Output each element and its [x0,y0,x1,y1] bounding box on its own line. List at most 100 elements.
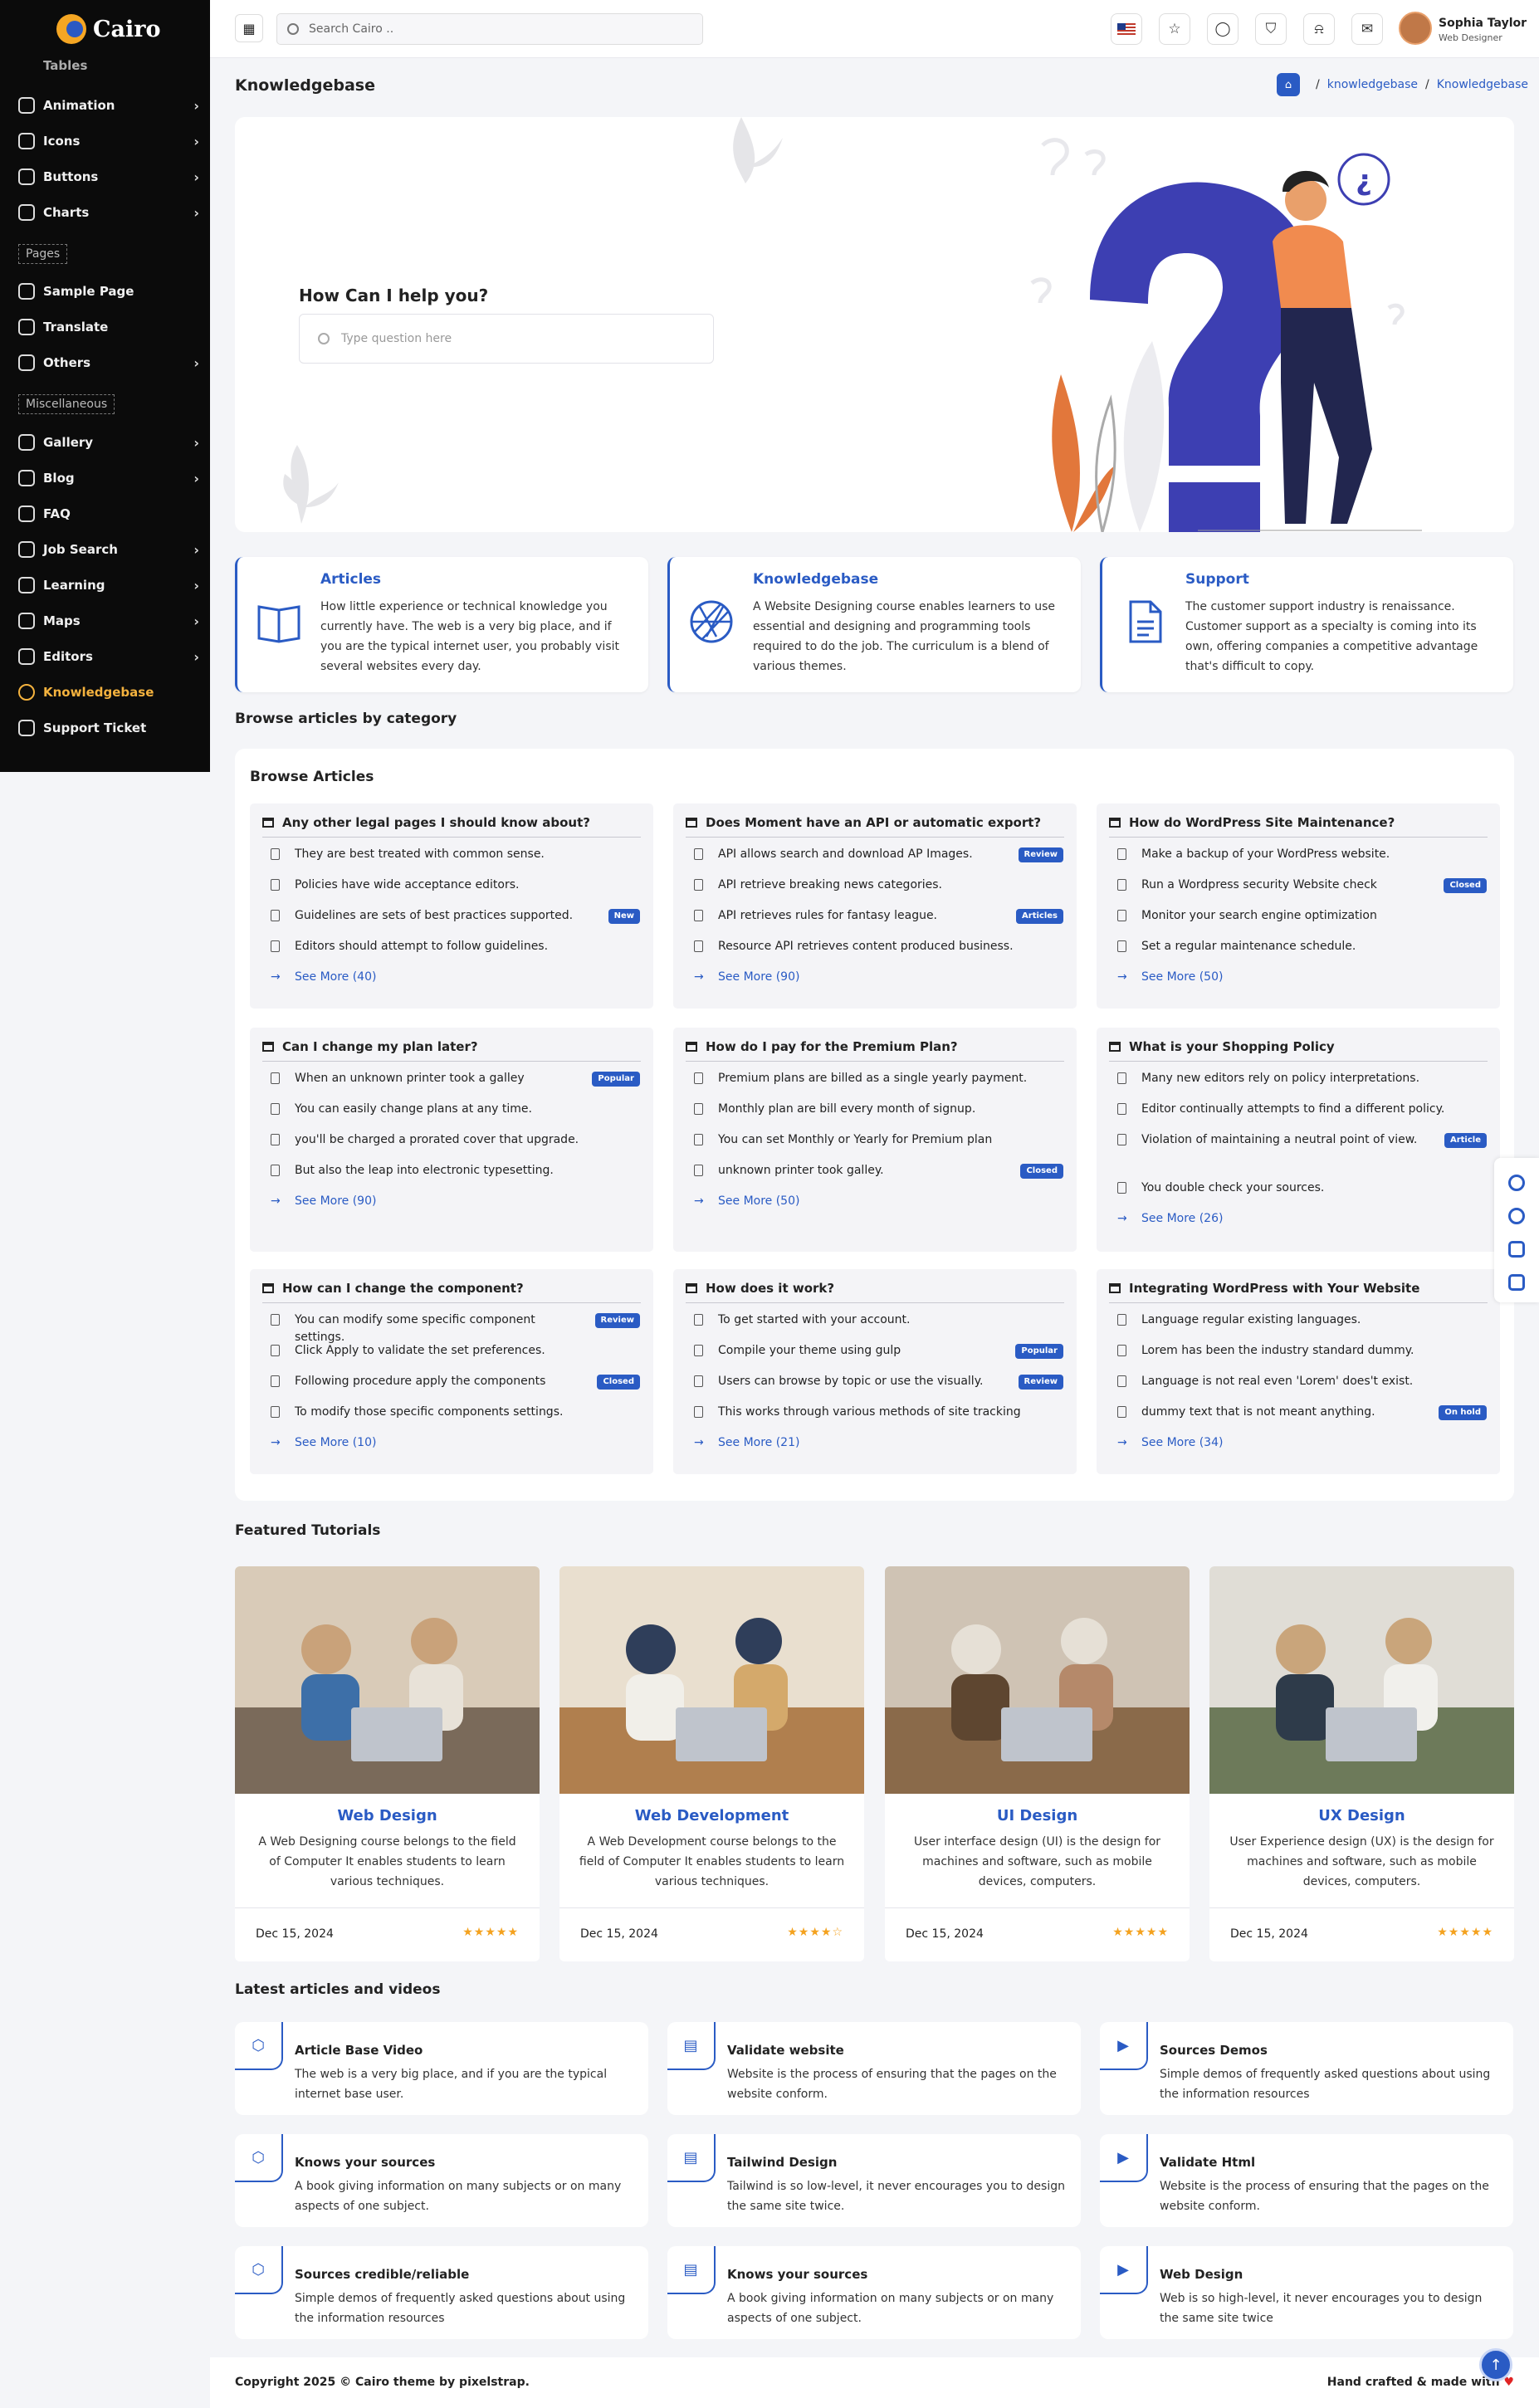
sidebar-item-sample-page[interactable]: Sample Page [18,279,199,304]
sidebar-item-editors[interactable]: Editors › [18,644,199,669]
category-title[interactable]: How do I pay for the Premium Plan? [686,1039,1064,1062]
article-link[interactable]: Language regular existing languages. [1117,1311,1487,1329]
latest-article-card[interactable]: ▶ Web Design Web is so high-level, it neve… [1100,2246,1513,2339]
sidebar-item-blog[interactable]: Blog › [18,466,199,491]
article-link[interactable]: When an unknown printer took a galley Pop… [271,1070,640,1087]
article-link[interactable]: You can modify some specific component s… [271,1311,640,1346]
sidebar-item-partial[interactable]: Tables [18,58,199,71]
bookmark-button[interactable]: ☆ [1159,13,1190,45]
latest-article-card[interactable]: ⬡ Article Base Video The web is a very big… [235,2022,648,2115]
latest-title[interactable]: Sources Demos [1160,2043,1268,2058]
article-link[interactable]: You can easily change plans at any time. [271,1101,640,1118]
sidebar-item-faq[interactable]: FAQ [18,501,199,526]
tutorial-card[interactable]: Web Design A Web Designing course belongs… [235,1566,540,1961]
article-link[interactable]: Violation of maintaining a neutral point… [1117,1131,1487,1149]
article-link[interactable]: Monthly plan are bill every month of sig… [694,1101,1063,1118]
sidebar-item-icons[interactable]: Icons › [18,129,199,154]
article-link[interactable]: Editor continually attempts to find a di… [1117,1101,1487,1118]
tutorial-title[interactable]: Web Design [235,1807,540,1824]
category-title[interactable]: How do WordPress Site Maintenance? [1109,815,1488,838]
latest-article-card[interactable]: ▶ Sources Demos Simple demos of frequently… [1100,2022,1513,2115]
sidebar-item-knowledgebase[interactable]: Knowledgebase [18,680,199,705]
article-link[interactable]: Run a Wordpress security Website check Cl… [1117,877,1487,894]
sidebar-item-animation[interactable]: Animation › [18,93,199,118]
article-link[interactable]: unknown printer took galley. Closed [694,1162,1063,1180]
article-link[interactable]: But also the leap into electronic typese… [271,1162,640,1180]
info-card-articles[interactable]: Articles How little experience or technic… [235,557,648,692]
article-link[interactable]: dummy text that is not meant anything. On… [1117,1404,1487,1421]
tutorial-card[interactable]: UI Design User interface design (UI) is t… [885,1566,1190,1961]
user-name[interactable]: Sophia Taylor [1439,17,1527,30]
article-link[interactable]: They are best treated with common sense. [271,846,640,863]
see-more-link[interactable]: → See More (90) [271,1193,640,1210]
article-link[interactable]: Users can browse by topic or use the vis… [694,1373,1063,1390]
latest-title[interactable]: Tailwind Design [727,2155,837,2170]
search-box[interactable]: Search Cairo .. [276,13,703,45]
sidebar-item-gallery[interactable]: Gallery › [18,430,199,455]
article-link[interactable]: This works through various methods of si… [694,1404,1063,1421]
article-link[interactable]: Lorem has been the industry standard dum… [1117,1342,1487,1360]
latest-title[interactable]: Validate Html [1160,2155,1255,2170]
article-link[interactable]: Premium plans are billed as a single yea… [694,1070,1063,1087]
tutorial-title[interactable]: UX Design [1209,1807,1514,1824]
theme-toggle-button[interactable]: ◯ [1207,13,1239,45]
article-link[interactable]: Editors should attempt to follow guideli… [271,938,640,955]
category-title[interactable]: What is your Shopping Policy [1109,1039,1488,1062]
article-link[interactable]: Make a backup of your WordPress website. [1117,846,1487,863]
tutorial-card[interactable]: UX Design User Experience design (UX) is … [1209,1566,1514,1961]
brand-logo[interactable]: Cairo [0,0,210,58]
latest-title[interactable]: Knows your sources [727,2267,867,2282]
article-link[interactable]: Compile your theme using gulp Popular [694,1342,1063,1360]
category-title[interactable]: Any other legal pages I should know abou… [262,815,641,838]
building-icon[interactable] [1508,1274,1525,1291]
latest-title[interactable]: Article Base Video [295,2043,423,2058]
see-more-link[interactable]: → See More (50) [694,1193,1063,1210]
see-more-link[interactable]: → See More (21) [694,1434,1063,1452]
latest-article-card[interactable]: ▤ Validate website Website is the process … [667,2022,1081,2115]
sidebar-item-charts[interactable]: Charts › [18,200,199,225]
article-link[interactable]: Policies have wide acceptance editors. [271,877,640,894]
category-title[interactable]: How can I change the component? [262,1281,641,1303]
language-flag-button[interactable] [1111,13,1142,45]
message-button[interactable]: ✉ [1351,13,1383,45]
category-title[interactable]: How does it work? [686,1281,1064,1303]
latest-article-card[interactable]: ▶ Validate Html Website is the process of … [1100,2134,1513,2227]
article-link[interactable]: API allows search and download AP Images… [694,846,1063,863]
layout-icon[interactable] [1508,1241,1525,1258]
sidebar-item-translate[interactable]: Translate [18,315,199,339]
info-card-title[interactable]: Support [1185,571,1249,588]
article-link[interactable]: Click Apply to validate the set preferen… [271,1342,640,1360]
search-input[interactable]: Search Cairo .. [309,22,393,36]
sidebar-item-maps[interactable]: Maps › [18,608,199,633]
latest-title[interactable]: Web Design [1160,2267,1243,2282]
user-avatar[interactable] [1399,12,1432,45]
article-link[interactable]: you'll be charged a prorated cover that … [271,1131,640,1149]
see-more-link[interactable]: → See More (10) [271,1434,640,1452]
category-title[interactable]: Can I change my plan later? [262,1039,641,1062]
see-more-link[interactable]: → See More (26) [1117,1210,1487,1228]
info-card-knowledgebase[interactable]: Knowledgebase A Website Designing course … [667,557,1081,692]
latest-article-card[interactable]: ⬡ Sources credible/reliable Simple demos o… [235,2246,648,2339]
category-title[interactable]: Integrating WordPress with Your Website [1109,1281,1488,1303]
info-card-support[interactable]: Support The customer support industry is … [1100,557,1513,692]
cart-button[interactable]: ⛉ [1255,13,1287,45]
sidebar-item-support-ticket[interactable]: Support Ticket [18,716,199,740]
latest-title[interactable]: Sources credible/reliable [295,2267,469,2282]
support-icon[interactable] [1508,1208,1525,1224]
article-link[interactable]: Following procedure apply the components… [271,1373,640,1390]
sidebar-item-learning[interactable]: Learning › [18,573,199,598]
latest-article-card[interactable]: ▤ Knows your sources A book giving informa… [667,2246,1081,2339]
info-card-title[interactable]: Knowledgebase [753,571,878,588]
latest-article-card[interactable]: ⬡ Knows your sources A book giving informa… [235,2134,648,2227]
article-link[interactable]: Language is not real even 'Lorem' does't… [1117,1373,1487,1390]
see-more-link[interactable]: → See More (34) [1117,1434,1487,1452]
info-card-title[interactable]: Articles [320,571,381,588]
sidebar-item-buttons[interactable]: Buttons › [18,164,199,189]
article-link[interactable]: You double check your sources. [1117,1180,1487,1197]
article-link[interactable]: To get started with your account. [694,1311,1063,1329]
grid-menu-button[interactable]: ▦ [235,14,263,42]
article-link[interactable]: Monitor your search engine optimization [1117,907,1487,925]
breadcrumb-link[interactable]: knowledgebase [1327,78,1418,91]
tutorial-title[interactable]: Web Development [559,1807,864,1824]
notification-button[interactable]: ⍾ [1303,13,1335,45]
